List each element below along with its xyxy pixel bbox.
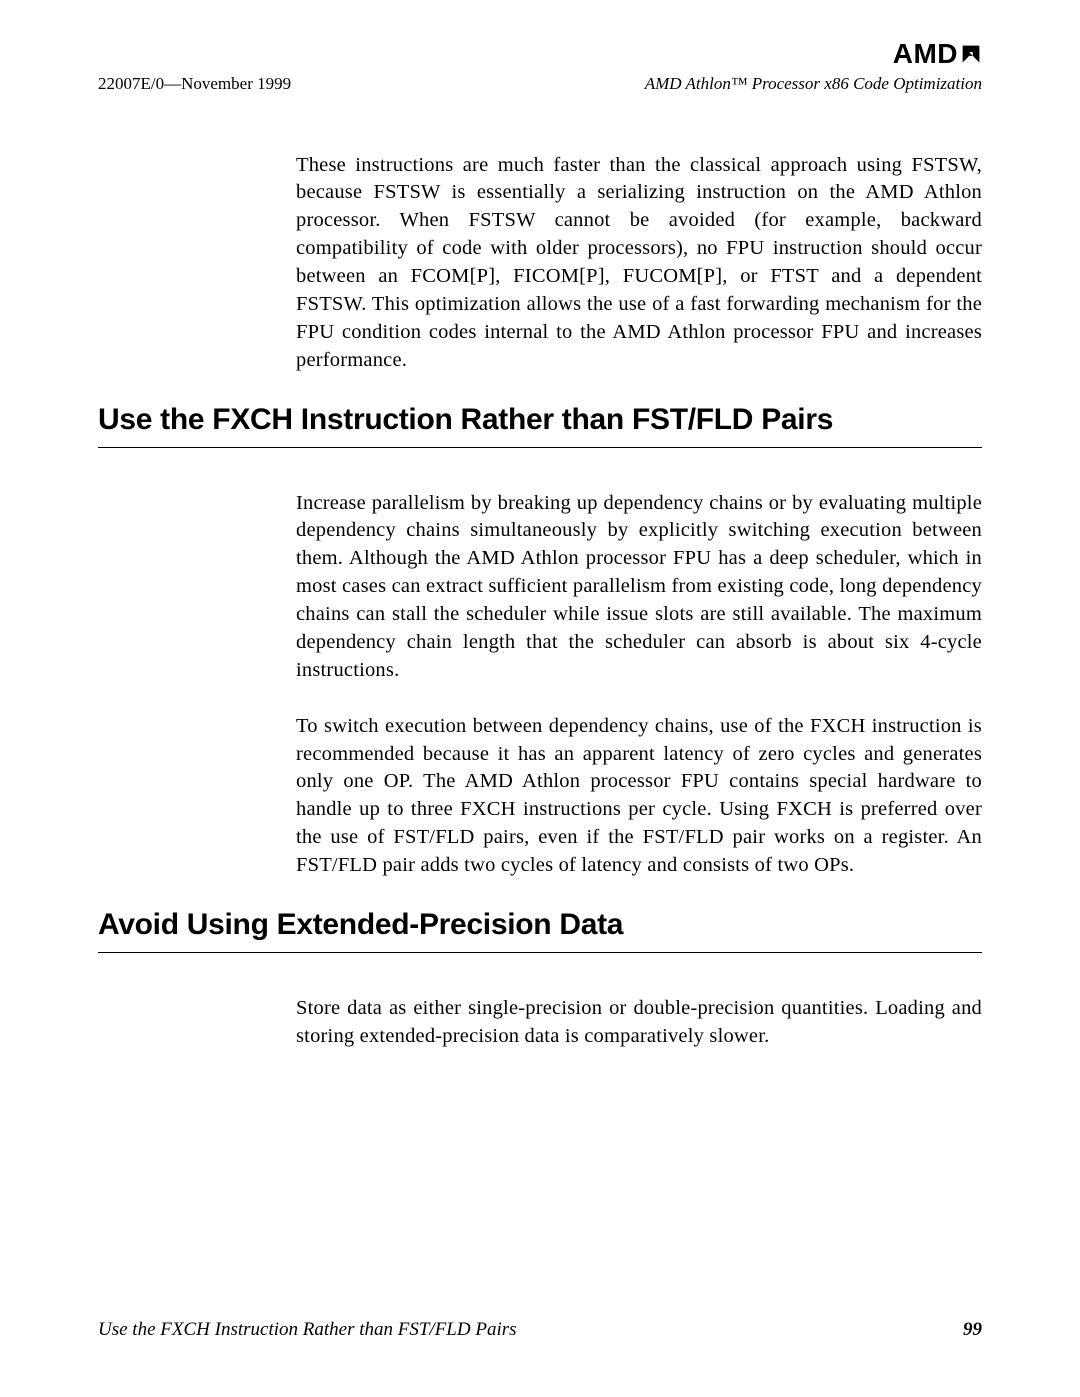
amd-arrow-icon (960, 40, 982, 72)
page-container: AMD 22007E/0—November 1999 AMD Athlon™ P… (0, 0, 1080, 1129)
section2-content: Store data as either single-precision or… (296, 995, 982, 1051)
logo-text: AMD (893, 38, 958, 69)
page-header: 22007E/0—November 1999 AMD Athlon™ Proce… (98, 74, 982, 94)
section2-para1: Store data as either single-precision or… (296, 995, 982, 1051)
section-rule-2 (98, 952, 982, 953)
document-title: AMD Athlon™ Processor x86 Code Optimizat… (645, 74, 982, 94)
section-heading-extended-precision: Avoid Using Extended-Precision Data (98, 908, 982, 942)
intro-paragraph: These instructions are much faster than … (296, 152, 982, 375)
page-number: 99 (963, 1319, 982, 1341)
section1-content: Increase parallelism by breaking up depe… (296, 490, 982, 880)
section-rule (98, 447, 982, 448)
page-footer: Use the FXCH Instruction Rather than FST… (98, 1319, 982, 1341)
section1-para1: Increase parallelism by breaking up depe… (296, 490, 982, 685)
section1-para2: To switch execution between dependency c… (296, 713, 982, 880)
document-id: 22007E/0—November 1999 (98, 74, 291, 94)
amd-logo: AMD (98, 38, 982, 72)
intro-content: These instructions are much faster than … (296, 152, 982, 375)
footer-section-title: Use the FXCH Instruction Rather than FST… (98, 1319, 517, 1341)
section-heading-fxch: Use the FXCH Instruction Rather than FST… (98, 403, 982, 437)
